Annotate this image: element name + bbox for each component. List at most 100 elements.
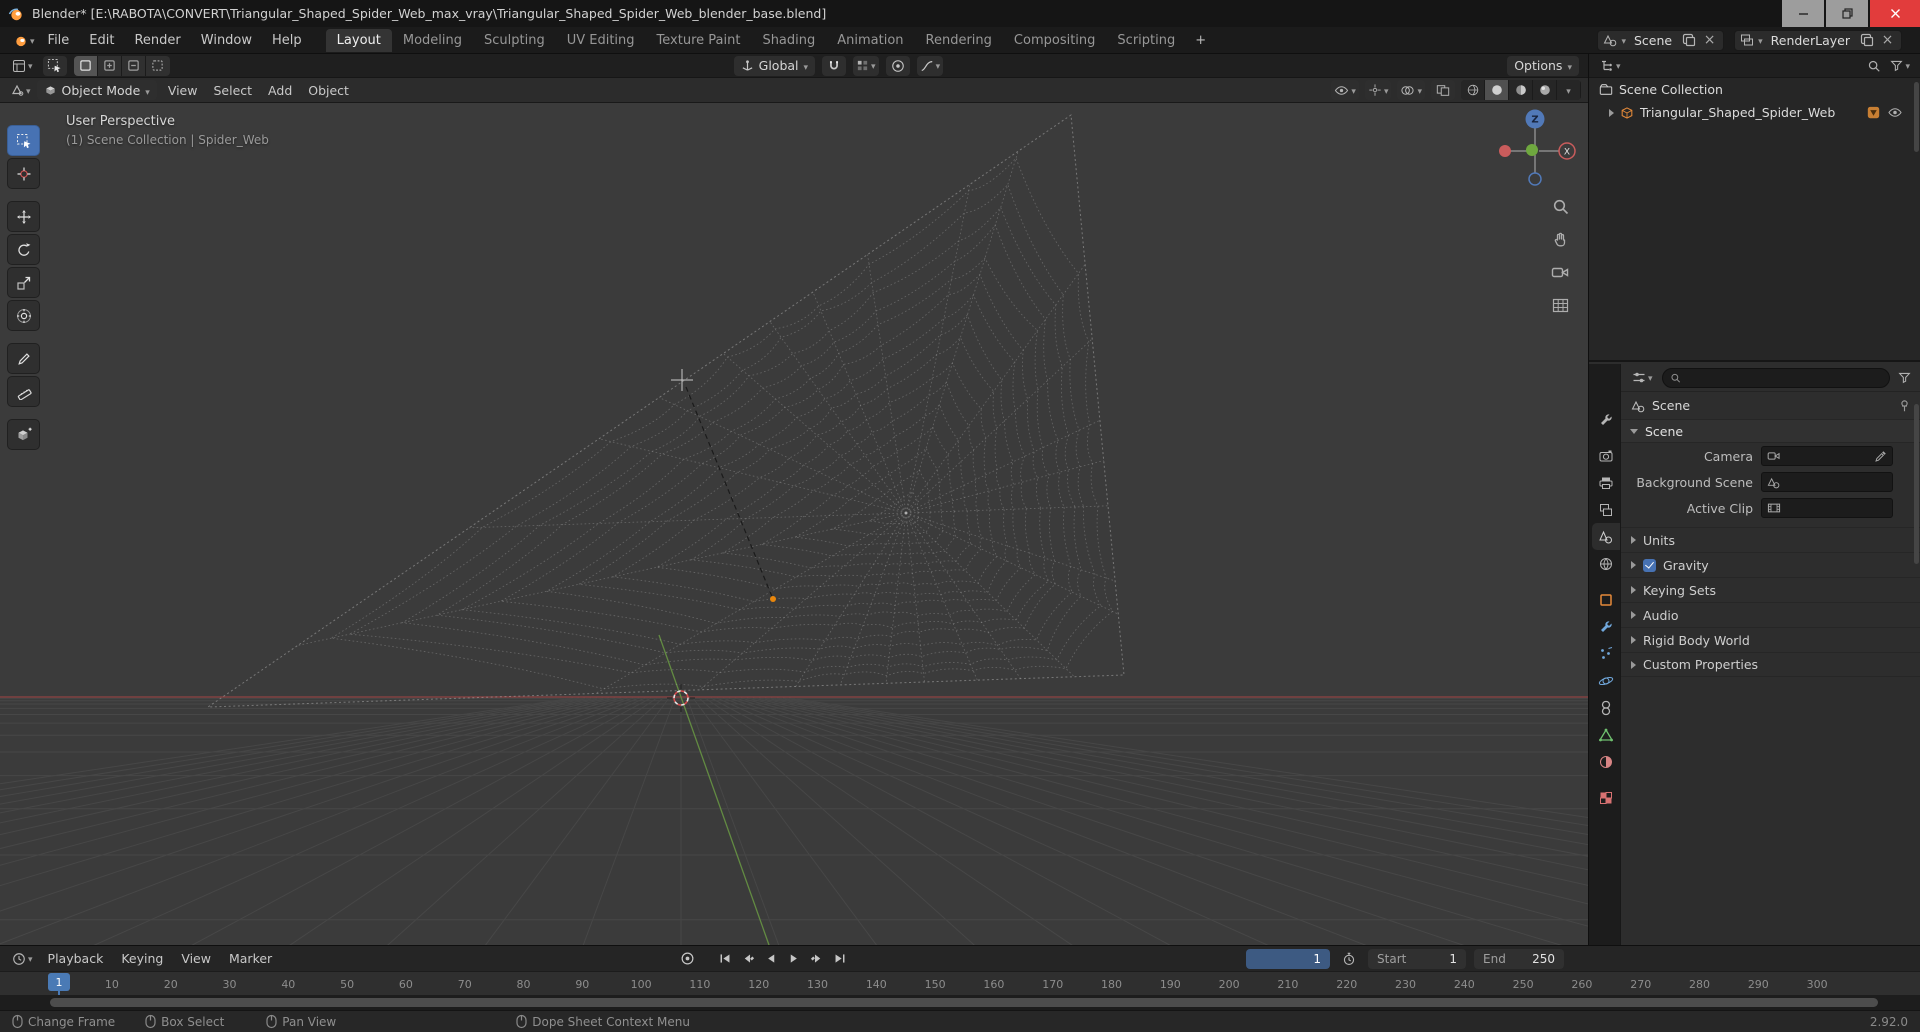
auto-keying-toggle[interactable]	[676, 949, 698, 968]
camera-field[interactable]	[1761, 446, 1893, 466]
properties-tab-material[interactable]	[1592, 748, 1620, 775]
shading-material-button[interactable]	[1509, 80, 1533, 100]
gravity-checkbox[interactable]	[1643, 558, 1656, 572]
menu-render[interactable]: Render	[124, 29, 190, 52]
next-keyframe-button[interactable]	[806, 949, 828, 968]
transform-orientation-dropdown[interactable]: Global	[733, 55, 816, 76]
properties-tab-physics[interactable]	[1592, 667, 1620, 694]
mode-dropdown[interactable]: Object Mode	[36, 80, 157, 100]
restore-button[interactable]	[1826, 0, 1868, 27]
play-button[interactable]	[783, 949, 805, 968]
outliner-filter-dropdown[interactable]	[1887, 56, 1913, 76]
properties-editor-type-button[interactable]	[1629, 368, 1656, 388]
rotate-tool-button[interactable]	[7, 234, 40, 265]
viewport-editor-type-button[interactable]	[7, 80, 34, 100]
properties-tab-scene[interactable]	[1592, 523, 1620, 550]
active-clip-field[interactable]	[1761, 498, 1893, 518]
new-scene-button[interactable]	[1680, 32, 1697, 49]
workspace-tab-sculpting[interactable]: Sculpting	[473, 29, 556, 52]
active-tool-indicator[interactable]	[42, 55, 67, 76]
move-tool-button[interactable]	[7, 201, 40, 232]
add-workspace-button[interactable]: +	[1186, 30, 1215, 51]
workspace-tab-texture-paint[interactable]: Texture Paint	[646, 29, 752, 52]
measure-tool-button[interactable]	[7, 376, 40, 407]
jump-to-end-button[interactable]	[829, 949, 851, 968]
scene-panel-header[interactable]: Scene	[1621, 419, 1920, 443]
outliner-editor-type-button[interactable]	[1597, 56, 1624, 76]
overlays-dropdown[interactable]	[1397, 80, 1425, 100]
background-scene-field[interactable]	[1761, 472, 1893, 492]
properties-tab-render[interactable]	[1592, 442, 1620, 469]
select-box-tool-button[interactable]	[7, 125, 40, 156]
properties-tab-object[interactable]	[1592, 586, 1620, 613]
properties-search-field[interactable]	[1661, 367, 1890, 388]
proportional-editing-toggle[interactable]	[885, 55, 910, 76]
start-frame-field[interactable]: Start 1	[1368, 948, 1467, 969]
pin-icon[interactable]	[1898, 399, 1911, 412]
workspace-tab-animation[interactable]: Animation	[826, 29, 914, 52]
view-layer-selector[interactable]: RenderLayer	[1734, 29, 1902, 51]
workspace-tab-modeling[interactable]: Modeling	[392, 29, 473, 52]
workspace-tab-compositing[interactable]: Compositing	[1003, 29, 1107, 52]
snap-toggle-button[interactable]	[822, 55, 847, 76]
properties-scrollbar[interactable]	[1914, 404, 1919, 564]
select-mode-subtract-button[interactable]	[121, 55, 146, 76]
expand-arrow-icon[interactable]	[1609, 108, 1614, 117]
properties-search-input[interactable]	[1685, 370, 1882, 385]
select-mode-set-button[interactable]	[73, 55, 98, 76]
properties-tab-output[interactable]	[1592, 469, 1620, 496]
timeline-scrollbar-track[interactable]	[0, 995, 1920, 1010]
menu-window[interactable]: Window	[191, 29, 262, 52]
add-cube-tool-button[interactable]	[7, 419, 40, 450]
section-gravity[interactable]: Gravity	[1621, 552, 1920, 577]
properties-tab-world[interactable]	[1592, 550, 1620, 577]
workspace-tab-layout[interactable]: Layout	[325, 28, 392, 52]
playhead[interactable]: 1	[48, 973, 70, 991]
camera-view-button[interactable]	[1548, 261, 1572, 283]
section-keying-sets[interactable]: Keying Sets	[1621, 577, 1920, 602]
remove-view-layer-button[interactable]	[1879, 32, 1896, 49]
workspace-tab-rendering[interactable]: Rendering	[915, 29, 1003, 52]
gizmos-dropdown[interactable]	[1364, 80, 1392, 100]
axis-z-neg-ball[interactable]	[1528, 172, 1542, 186]
section-custom-properties[interactable]: Custom Properties	[1621, 652, 1920, 677]
timeline-menu-marker[interactable]: Marker	[220, 947, 281, 970]
properties-tab-modifiers[interactable]	[1592, 613, 1620, 640]
preview-range-toggle[interactable]	[1338, 949, 1360, 968]
workspace-tab-uv-editing[interactable]: UV Editing	[556, 29, 646, 52]
outliner-scrollbar[interactable]	[1914, 82, 1919, 152]
timeline-scrollbar-thumb[interactable]	[50, 998, 1878, 1007]
axis-y-ball[interactable]	[1526, 144, 1538, 156]
shading-wireframe-button[interactable]	[1461, 80, 1485, 100]
section-units[interactable]: Units	[1621, 527, 1920, 552]
snap-settings-dropdown[interactable]	[853, 55, 879, 76]
timeline-menu-playback[interactable]: Playback	[39, 947, 113, 970]
close-button[interactable]	[1870, 0, 1920, 27]
workspace-tab-shading[interactable]: Shading	[751, 29, 826, 52]
timeline-editor-type-button[interactable]	[9, 949, 36, 969]
object-visibility-dropdown[interactable]	[1331, 80, 1359, 100]
menu-edit[interactable]: Edit	[79, 29, 124, 52]
toggle-ortho-button[interactable]	[1548, 294, 1572, 316]
menu-file[interactable]: File	[38, 29, 80, 52]
scale-tool-button[interactable]	[7, 267, 40, 298]
play-reverse-button[interactable]	[760, 949, 782, 968]
eyedropper-icon[interactable]	[1874, 450, 1887, 463]
select-mode-extend-button[interactable]	[97, 55, 122, 76]
annotate-tool-button[interactable]	[7, 343, 40, 374]
section-audio[interactable]: Audio	[1621, 602, 1920, 627]
axis-x-ball[interactable]	[1499, 145, 1511, 157]
properties-tab-object-data[interactable]	[1592, 721, 1620, 748]
viewport-menu-view[interactable]: View	[160, 79, 206, 102]
scene-selector[interactable]: Scene	[1597, 29, 1725, 51]
pan-button[interactable]	[1548, 228, 1572, 250]
outliner-row-scene-collection[interactable]: Scene Collection	[1589, 78, 1920, 101]
proportional-falloff-dropdown[interactable]	[916, 55, 944, 76]
viewport-canvas[interactable]: User Perspective (1) Scene Collection | …	[0, 103, 1588, 945]
transform-tool-button[interactable]	[7, 300, 40, 331]
end-frame-field[interactable]: End 250	[1474, 948, 1565, 969]
viewport-menu-add[interactable]: Add	[260, 79, 300, 102]
viewport-scene[interactable]	[0, 103, 1588, 945]
cursor-tool-button[interactable]	[7, 158, 40, 189]
navigation-gizmo[interactable]: Z X	[1489, 105, 1581, 197]
